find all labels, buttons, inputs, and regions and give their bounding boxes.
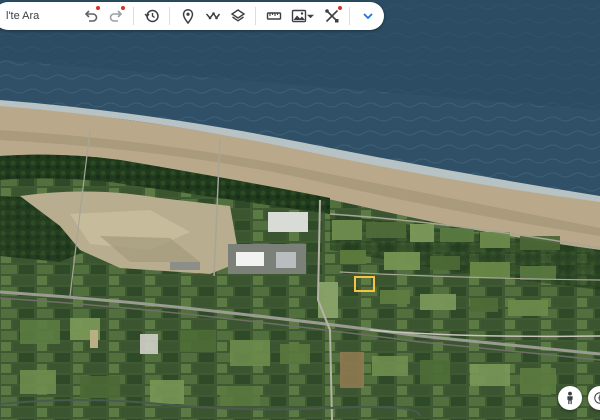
caret-down-icon [307, 14, 314, 18]
image-button[interactable] [289, 6, 317, 26]
path-button[interactable] [203, 6, 223, 26]
redo-button[interactable] [106, 6, 126, 26]
toolbar-divider [349, 7, 350, 25]
history-icon [143, 9, 159, 23]
redo-icon [109, 10, 122, 22]
image-icon [291, 9, 307, 23]
tools-icon [324, 9, 338, 23]
history-button[interactable] [142, 6, 162, 26]
tools-button[interactable] [322, 6, 342, 26]
search-box[interactable]: l'te Ara [0, 5, 78, 27]
ruler-icon [266, 12, 281, 20]
tools-notification-dot [337, 6, 342, 10]
placemark-button[interactable] [178, 6, 198, 26]
pegman-icon [567, 391, 573, 405]
map-toolbar: l'te Ara [0, 2, 384, 30]
facility-building [236, 252, 264, 266]
chevron-down-icon [362, 13, 373, 20]
compass-icon [594, 392, 600, 404]
undo-icon [84, 10, 97, 22]
expand-button[interactable] [358, 6, 378, 26]
layers-button[interactable] [228, 6, 248, 26]
toolbar-divider [255, 7, 256, 25]
search-text: l'te Ara [6, 10, 40, 22]
redo-notification-dot [120, 6, 125, 10]
toolbar-divider [169, 7, 170, 25]
layers-icon [230, 9, 245, 22]
path-icon [205, 12, 220, 20]
undo-notification-dot [95, 6, 100, 10]
toolbar-divider [133, 7, 134, 25]
pegman-button[interactable] [558, 386, 582, 410]
pin-icon [182, 8, 193, 24]
facility-yard [268, 212, 308, 232]
satellite-map[interactable] [0, 0, 600, 420]
undo-button[interactable] [81, 6, 101, 26]
measure-button[interactable] [264, 6, 284, 26]
